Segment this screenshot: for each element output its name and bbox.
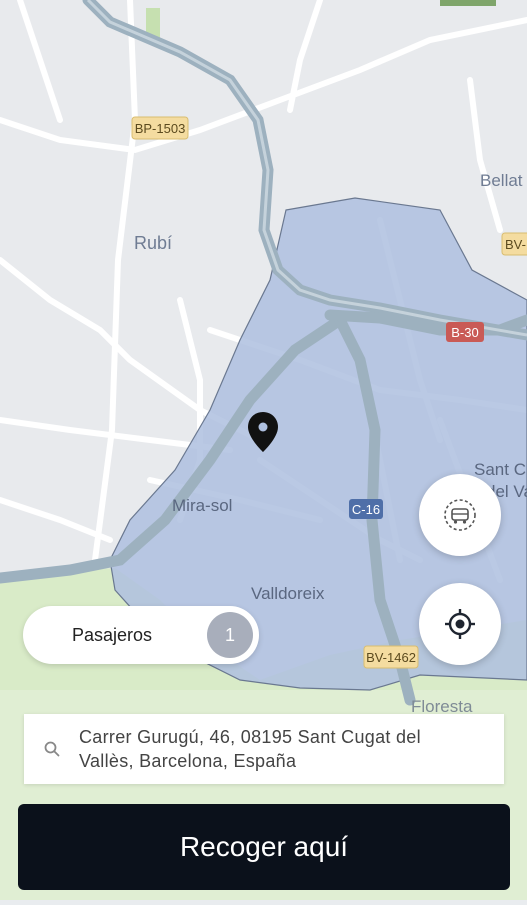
my-location-button[interactable] <box>419 583 501 665</box>
passengers-label: Pasajeros <box>72 624 153 645</box>
vehicle-select-icon <box>444 499 476 531</box>
road-badge: B-30 <box>451 325 478 340</box>
address-line-2: Vallès, Barcelona, España <box>79 751 297 771</box>
map-label-town: Bellat <box>480 171 523 190</box>
pickup-address-field[interactable]: Carrer Gurugú, 46, 08195 Sant Cugat del … <box>24 714 504 784</box>
map-label-town: Rubí <box>134 233 172 253</box>
passengers-selector[interactable]: Pasajeros 1 <box>23 606 259 664</box>
passengers-count[interactable]: 1 <box>207 612 253 658</box>
map-label-town: Mira-sol <box>172 496 232 515</box>
road-badge: BP-1503 <box>135 121 186 136</box>
pickup-address-text: Carrer Gurugú, 46, 08195 Sant Cugat del … <box>79 725 421 773</box>
my-location-icon <box>445 609 475 639</box>
road-badge: BV- <box>505 237 526 252</box>
road-badge: C-16 <box>352 502 380 517</box>
map-label-town: Valldoreix <box>251 584 325 603</box>
vehicle-type-button[interactable] <box>419 474 501 556</box>
map-label-town: Sant C <box>474 460 526 479</box>
search-icon <box>44 741 60 757</box>
road-badge: BV-1462 <box>366 650 416 665</box>
confirm-pickup-button[interactable]: Recoger aquí <box>18 804 510 890</box>
address-line-1: Carrer Gurugú, 46, 08195 Sant Cugat del <box>79 727 421 747</box>
